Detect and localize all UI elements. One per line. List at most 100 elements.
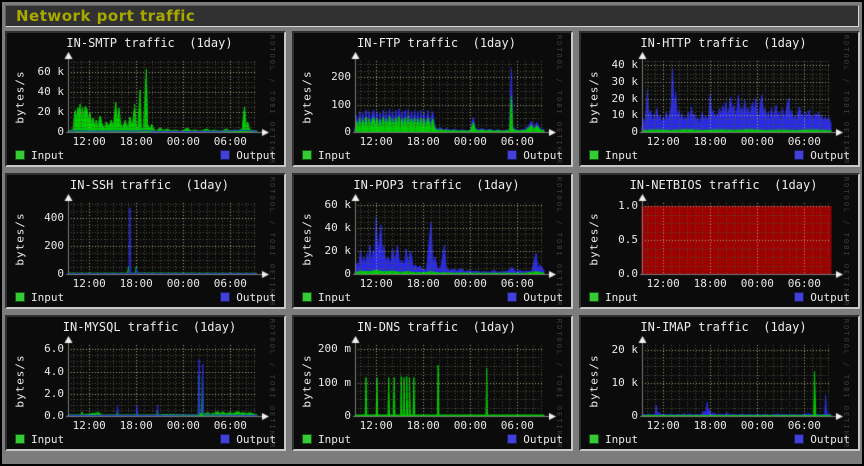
graph-title: IN-SSH traffic (1day) (37, 178, 262, 192)
x-tick-label: 12:00 (641, 277, 685, 290)
y-tick-label: 0.0 (581, 267, 638, 280)
x-tick-label: 18:00 (114, 277, 158, 290)
y-tick-label: 0 (581, 409, 638, 422)
rrdtool-watermark: RRDTOOL / TOBI OETIKER (842, 315, 850, 449)
dashboard-grid: IN-SMTP traffic (1day)bytes/sRRDTOOL / T… (5, 31, 859, 451)
x-tick-label: 06:00 (495, 135, 539, 148)
legend: InputOutput (302, 290, 563, 304)
legend-item-input: Input (589, 149, 638, 162)
x-tick-label: 12:00 (67, 277, 111, 290)
x-tick-label: 00:00 (161, 135, 205, 148)
x-tick-label: 06:00 (495, 277, 539, 290)
legend-item-output: Output (794, 433, 850, 446)
output-swatch (794, 150, 804, 160)
x-tick-label: 12:00 (641, 135, 685, 148)
legend-item-input: Input (15, 149, 64, 162)
x-tick-label: 00:00 (161, 277, 205, 290)
legend: InputOutput (15, 432, 276, 446)
input-swatch (589, 150, 599, 160)
graph-panel-smtp[interactable]: IN-SMTP traffic (1day)bytes/sRRDTOOL / T… (5, 31, 286, 167)
graph-panel-imap[interactable]: IN-IMAP traffic (1day)bytes/sRRDTOOL / T… (579, 315, 860, 451)
y-tick-label: 2.0 (7, 387, 64, 400)
legend-item-output: Output (794, 291, 850, 304)
y-tick-label: 100 m (294, 376, 351, 389)
legend-label: Input (31, 433, 64, 446)
y-tick-label: 400 (7, 211, 64, 224)
x-tick-label: 12:00 (354, 135, 398, 148)
x-tick-label: 18:00 (114, 135, 158, 148)
graph-panel-pop3[interactable]: IN-POP3 traffic (1day)bytes/sRRDTOOL / T… (292, 173, 573, 309)
x-tick-label: 18:00 (114, 419, 158, 432)
legend-label: Output (810, 291, 850, 304)
legend: InputOutput (589, 148, 850, 162)
legend-label: Input (605, 149, 638, 162)
x-tick-label: 00:00 (448, 277, 492, 290)
legend-label: Input (605, 433, 638, 446)
legend-item-output: Output (507, 433, 563, 446)
input-swatch (302, 434, 312, 444)
legend: Input Output (302, 432, 563, 446)
graph-panel-ssh[interactable]: IN-SSH traffic (1day)bytes/sRRDTOOL / TO… (5, 173, 286, 309)
legend-item-input: Input (15, 291, 64, 304)
x-tick-label: 18:00 (688, 419, 732, 432)
x-tick-label: 18:00 (688, 277, 732, 290)
x-tick-label: 06:00 (495, 419, 539, 432)
legend-item-output: Output (220, 149, 276, 162)
x-tick-label: 06:00 (782, 135, 826, 148)
window-title: Network port traffic (16, 7, 195, 25)
rrdtool-watermark: RRDTOOL / TOBI OETIKER (842, 31, 850, 165)
x-tick-label: 18:00 (401, 277, 445, 290)
graph-panel-netbios[interactable]: IN-NETBIOS traffic (1day)bytes/sRRDTOOL … (579, 173, 860, 309)
graph-title: IN-IMAP traffic (1day) (611, 320, 836, 334)
y-tick-label: 200 (7, 239, 64, 252)
y-tick-label: 40 k (7, 85, 64, 98)
graph-panel-dns[interactable]: IN-DNS traffic (1day)bytes/sRRDTOOL / TO… (292, 315, 573, 451)
y-tick-label: 0 (294, 409, 351, 422)
legend-item-input: Input (302, 433, 351, 446)
x-tick-label: 12:00 (354, 277, 398, 290)
legend: Input Output (589, 432, 850, 446)
legend-label: Output (236, 291, 276, 304)
legend-label: Input (31, 291, 64, 304)
y-tick-label: 0.0 (7, 409, 64, 422)
x-tick-label: 06:00 (782, 419, 826, 432)
y-tick-label: 0 (294, 125, 351, 138)
legend-label: Input (318, 149, 351, 162)
x-tick-label: 18:00 (401, 135, 445, 148)
legend-label: Output (523, 149, 563, 162)
y-tick-label: 0.5 (581, 233, 638, 246)
y-tick-label: 30 k (581, 75, 638, 88)
input-swatch (302, 150, 312, 160)
output-swatch (507, 150, 517, 160)
y-tick-label: 60 k (7, 65, 64, 78)
y-tick-label: 0 (581, 125, 638, 138)
y-tick-label: 200 (294, 70, 351, 83)
y-tick-label: 200 m (294, 342, 351, 355)
legend-item-input: Input (302, 149, 351, 162)
output-swatch (220, 434, 230, 444)
rrdtool-watermark: RRDTOOL / TOBI OETIKER (268, 173, 276, 307)
x-tick-label: 00:00 (735, 277, 779, 290)
legend-label: Output (236, 149, 276, 162)
input-swatch (589, 434, 599, 444)
y-tick-label: 100 (294, 98, 351, 111)
graph-panel-mysql[interactable]: IN-MYSQL traffic (1day)bytes/sRRDTOOL / … (5, 315, 286, 451)
legend-item-input: Input (302, 291, 351, 304)
x-tick-label: 18:00 (688, 135, 732, 148)
legend-item-input: Input (589, 433, 638, 446)
graph-title: IN-POP3 traffic (1day) (324, 178, 549, 192)
y-tick-label: 0 (294, 267, 351, 280)
legend: Input Output (15, 290, 276, 304)
title-bar: Network port traffic (5, 5, 859, 27)
x-tick-label: 12:00 (354, 419, 398, 432)
graph-panel-ftp[interactable]: IN-FTP traffic (1day)bytes/sRRDTOOL / TO… (292, 31, 573, 167)
x-tick-label: 00:00 (735, 419, 779, 432)
graph-panel-http[interactable]: IN-HTTP traffic (1day)bytes/sRRDTOOL / T… (579, 31, 860, 167)
rrdtool-watermark: RRDTOOL / TOBI OETIKER (555, 173, 563, 307)
rrdtool-watermark: RRDTOOL / TOBI OETIKER (268, 315, 276, 449)
x-tick-label: 12:00 (67, 135, 111, 148)
legend: Input Output (15, 148, 276, 162)
output-swatch (507, 434, 517, 444)
legend-label: Input (605, 291, 638, 304)
y-tick-label: 20 k (581, 92, 638, 105)
